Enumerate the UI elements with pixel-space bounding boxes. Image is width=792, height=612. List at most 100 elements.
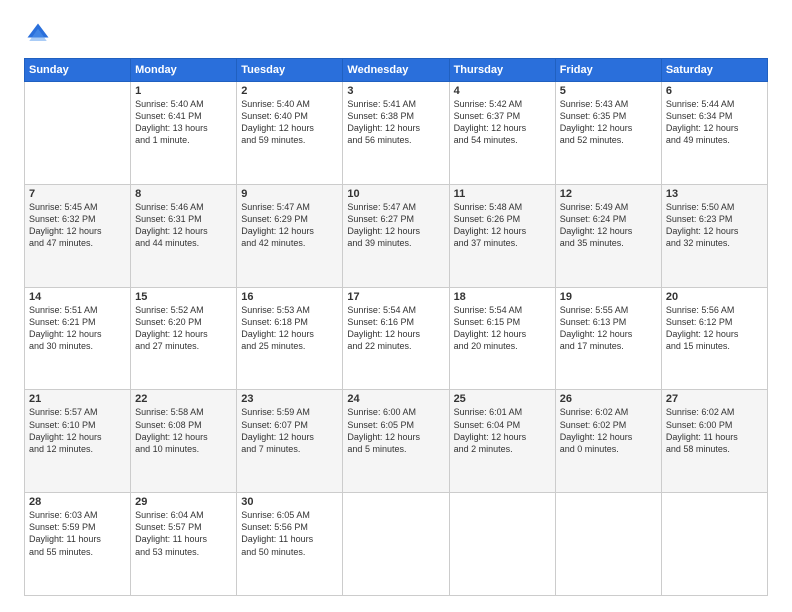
day-info: Sunrise: 5:52 AM Sunset: 6:20 PM Dayligh… bbox=[135, 304, 232, 353]
day-info: Sunrise: 5:54 AM Sunset: 6:15 PM Dayligh… bbox=[454, 304, 551, 353]
day-number: 27 bbox=[666, 393, 763, 405]
weekday-friday: Friday bbox=[555, 59, 661, 82]
day-info: Sunrise: 5:41 AM Sunset: 6:38 PM Dayligh… bbox=[347, 98, 444, 147]
weekday-monday: Monday bbox=[131, 59, 237, 82]
calendar-cell bbox=[555, 493, 661, 596]
day-number: 23 bbox=[241, 393, 338, 405]
calendar-cell: 28Sunrise: 6:03 AM Sunset: 5:59 PM Dayli… bbox=[25, 493, 131, 596]
day-number: 22 bbox=[135, 393, 232, 405]
calendar-cell: 3Sunrise: 5:41 AM Sunset: 6:38 PM Daylig… bbox=[343, 82, 449, 185]
day-info: Sunrise: 5:47 AM Sunset: 6:27 PM Dayligh… bbox=[347, 201, 444, 250]
logo-icon bbox=[24, 20, 52, 48]
day-info: Sunrise: 6:01 AM Sunset: 6:04 PM Dayligh… bbox=[454, 406, 551, 455]
day-number: 26 bbox=[560, 393, 657, 405]
day-info: Sunrise: 5:49 AM Sunset: 6:24 PM Dayligh… bbox=[560, 201, 657, 250]
calendar-cell: 17Sunrise: 5:54 AM Sunset: 6:16 PM Dayli… bbox=[343, 287, 449, 390]
day-number: 18 bbox=[454, 291, 551, 303]
weekday-row: SundayMondayTuesdayWednesdayThursdayFrid… bbox=[25, 59, 768, 82]
calendar-cell: 12Sunrise: 5:49 AM Sunset: 6:24 PM Dayli… bbox=[555, 184, 661, 287]
calendar-cell: 2Sunrise: 5:40 AM Sunset: 6:40 PM Daylig… bbox=[237, 82, 343, 185]
calendar-cell: 13Sunrise: 5:50 AM Sunset: 6:23 PM Dayli… bbox=[661, 184, 767, 287]
day-info: Sunrise: 5:59 AM Sunset: 6:07 PM Dayligh… bbox=[241, 406, 338, 455]
day-info: Sunrise: 6:02 AM Sunset: 6:00 PM Dayligh… bbox=[666, 406, 763, 455]
day-number: 8 bbox=[135, 188, 232, 200]
calendar-cell: 22Sunrise: 5:58 AM Sunset: 6:08 PM Dayli… bbox=[131, 390, 237, 493]
calendar-cell: 18Sunrise: 5:54 AM Sunset: 6:15 PM Dayli… bbox=[449, 287, 555, 390]
day-number: 17 bbox=[347, 291, 444, 303]
day-info: Sunrise: 5:53 AM Sunset: 6:18 PM Dayligh… bbox=[241, 304, 338, 353]
page: SundayMondayTuesdayWednesdayThursdayFrid… bbox=[0, 0, 792, 612]
calendar-cell: 25Sunrise: 6:01 AM Sunset: 6:04 PM Dayli… bbox=[449, 390, 555, 493]
header bbox=[24, 20, 768, 48]
calendar-cell bbox=[25, 82, 131, 185]
weekday-tuesday: Tuesday bbox=[237, 59, 343, 82]
day-number: 19 bbox=[560, 291, 657, 303]
calendar-cell: 6Sunrise: 5:44 AM Sunset: 6:34 PM Daylig… bbox=[661, 82, 767, 185]
calendar-cell: 1Sunrise: 5:40 AM Sunset: 6:41 PM Daylig… bbox=[131, 82, 237, 185]
day-info: Sunrise: 5:40 AM Sunset: 6:41 PM Dayligh… bbox=[135, 98, 232, 147]
logo bbox=[24, 20, 56, 48]
calendar-cell bbox=[661, 493, 767, 596]
day-number: 15 bbox=[135, 291, 232, 303]
day-number: 25 bbox=[454, 393, 551, 405]
weekday-sunday: Sunday bbox=[25, 59, 131, 82]
day-number: 28 bbox=[29, 496, 126, 508]
calendar-cell: 16Sunrise: 5:53 AM Sunset: 6:18 PM Dayli… bbox=[237, 287, 343, 390]
day-info: Sunrise: 5:51 AM Sunset: 6:21 PM Dayligh… bbox=[29, 304, 126, 353]
calendar-cell bbox=[449, 493, 555, 596]
day-info: Sunrise: 5:48 AM Sunset: 6:26 PM Dayligh… bbox=[454, 201, 551, 250]
day-number: 21 bbox=[29, 393, 126, 405]
day-info: Sunrise: 6:05 AM Sunset: 5:56 PM Dayligh… bbox=[241, 509, 338, 558]
day-number: 3 bbox=[347, 85, 444, 97]
day-number: 30 bbox=[241, 496, 338, 508]
day-info: Sunrise: 5:47 AM Sunset: 6:29 PM Dayligh… bbox=[241, 201, 338, 250]
day-number: 9 bbox=[241, 188, 338, 200]
day-info: Sunrise: 5:58 AM Sunset: 6:08 PM Dayligh… bbox=[135, 406, 232, 455]
day-info: Sunrise: 5:50 AM Sunset: 6:23 PM Dayligh… bbox=[666, 201, 763, 250]
weekday-wednesday: Wednesday bbox=[343, 59, 449, 82]
day-info: Sunrise: 6:02 AM Sunset: 6:02 PM Dayligh… bbox=[560, 406, 657, 455]
calendar-cell: 26Sunrise: 6:02 AM Sunset: 6:02 PM Dayli… bbox=[555, 390, 661, 493]
week-row-4: 28Sunrise: 6:03 AM Sunset: 5:59 PM Dayli… bbox=[25, 493, 768, 596]
day-info: Sunrise: 5:54 AM Sunset: 6:16 PM Dayligh… bbox=[347, 304, 444, 353]
calendar: SundayMondayTuesdayWednesdayThursdayFrid… bbox=[24, 58, 768, 596]
calendar-cell: 23Sunrise: 5:59 AM Sunset: 6:07 PM Dayli… bbox=[237, 390, 343, 493]
calendar-cell: 11Sunrise: 5:48 AM Sunset: 6:26 PM Dayli… bbox=[449, 184, 555, 287]
day-number: 12 bbox=[560, 188, 657, 200]
calendar-cell: 9Sunrise: 5:47 AM Sunset: 6:29 PM Daylig… bbox=[237, 184, 343, 287]
day-number: 10 bbox=[347, 188, 444, 200]
calendar-body: 1Sunrise: 5:40 AM Sunset: 6:41 PM Daylig… bbox=[25, 82, 768, 596]
day-number: 11 bbox=[454, 188, 551, 200]
day-info: Sunrise: 5:46 AM Sunset: 6:31 PM Dayligh… bbox=[135, 201, 232, 250]
calendar-cell: 4Sunrise: 5:42 AM Sunset: 6:37 PM Daylig… bbox=[449, 82, 555, 185]
calendar-cell: 14Sunrise: 5:51 AM Sunset: 6:21 PM Dayli… bbox=[25, 287, 131, 390]
calendar-cell bbox=[343, 493, 449, 596]
calendar-cell: 19Sunrise: 5:55 AM Sunset: 6:13 PM Dayli… bbox=[555, 287, 661, 390]
calendar-cell: 7Sunrise: 5:45 AM Sunset: 6:32 PM Daylig… bbox=[25, 184, 131, 287]
calendar-cell: 30Sunrise: 6:05 AM Sunset: 5:56 PM Dayli… bbox=[237, 493, 343, 596]
week-row-2: 14Sunrise: 5:51 AM Sunset: 6:21 PM Dayli… bbox=[25, 287, 768, 390]
day-number: 5 bbox=[560, 85, 657, 97]
day-info: Sunrise: 6:04 AM Sunset: 5:57 PM Dayligh… bbox=[135, 509, 232, 558]
week-row-0: 1Sunrise: 5:40 AM Sunset: 6:41 PM Daylig… bbox=[25, 82, 768, 185]
calendar-cell: 5Sunrise: 5:43 AM Sunset: 6:35 PM Daylig… bbox=[555, 82, 661, 185]
calendar-cell: 21Sunrise: 5:57 AM Sunset: 6:10 PM Dayli… bbox=[25, 390, 131, 493]
calendar-cell: 15Sunrise: 5:52 AM Sunset: 6:20 PM Dayli… bbox=[131, 287, 237, 390]
day-info: Sunrise: 5:42 AM Sunset: 6:37 PM Dayligh… bbox=[454, 98, 551, 147]
day-number: 2 bbox=[241, 85, 338, 97]
day-info: Sunrise: 5:45 AM Sunset: 6:32 PM Dayligh… bbox=[29, 201, 126, 250]
calendar-cell: 8Sunrise: 5:46 AM Sunset: 6:31 PM Daylig… bbox=[131, 184, 237, 287]
calendar-cell: 27Sunrise: 6:02 AM Sunset: 6:00 PM Dayli… bbox=[661, 390, 767, 493]
calendar-cell: 24Sunrise: 6:00 AM Sunset: 6:05 PM Dayli… bbox=[343, 390, 449, 493]
day-info: Sunrise: 5:40 AM Sunset: 6:40 PM Dayligh… bbox=[241, 98, 338, 147]
day-info: Sunrise: 5:43 AM Sunset: 6:35 PM Dayligh… bbox=[560, 98, 657, 147]
calendar-cell: 29Sunrise: 6:04 AM Sunset: 5:57 PM Dayli… bbox=[131, 493, 237, 596]
day-info: Sunrise: 6:03 AM Sunset: 5:59 PM Dayligh… bbox=[29, 509, 126, 558]
day-info: Sunrise: 5:56 AM Sunset: 6:12 PM Dayligh… bbox=[666, 304, 763, 353]
day-info: Sunrise: 6:00 AM Sunset: 6:05 PM Dayligh… bbox=[347, 406, 444, 455]
day-number: 13 bbox=[666, 188, 763, 200]
day-number: 4 bbox=[454, 85, 551, 97]
day-number: 20 bbox=[666, 291, 763, 303]
calendar-cell: 10Sunrise: 5:47 AM Sunset: 6:27 PM Dayli… bbox=[343, 184, 449, 287]
day-number: 14 bbox=[29, 291, 126, 303]
